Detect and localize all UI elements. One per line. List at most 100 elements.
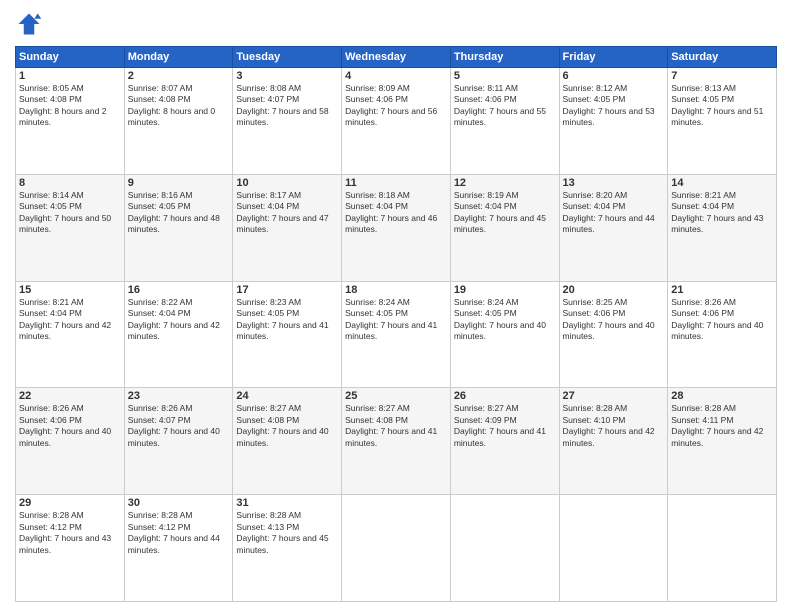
calendar-cell: 16 Sunrise: 8:22 AMSunset: 4:04 PMDaylig… — [124, 281, 233, 388]
calendar-cell: 27 Sunrise: 8:28 AMSunset: 4:10 PMDaylig… — [559, 388, 668, 495]
calendar-cell: 28 Sunrise: 8:28 AMSunset: 4:11 PMDaylig… — [668, 388, 777, 495]
day-info: Sunrise: 8:07 AMSunset: 4:08 PMDaylight:… — [128, 83, 215, 127]
day-info: Sunrise: 8:09 AMSunset: 4:06 PMDaylight:… — [345, 83, 437, 127]
day-info: Sunrise: 8:28 AMSunset: 4:10 PMDaylight:… — [563, 403, 655, 447]
calendar-cell: 13 Sunrise: 8:20 AMSunset: 4:04 PMDaylig… — [559, 174, 668, 281]
day-number: 5 — [454, 70, 556, 82]
day-number: 21 — [671, 284, 773, 296]
day-number: 10 — [236, 177, 338, 189]
day-info: Sunrise: 8:08 AMSunset: 4:07 PMDaylight:… — [236, 83, 328, 127]
calendar-cell: 7 Sunrise: 8:13 AMSunset: 4:05 PMDayligh… — [668, 68, 777, 175]
calendar-cell: 11 Sunrise: 8:18 AMSunset: 4:04 PMDaylig… — [342, 174, 451, 281]
day-number: 3 — [236, 70, 338, 82]
calendar-cell: 26 Sunrise: 8:27 AMSunset: 4:09 PMDaylig… — [450, 388, 559, 495]
calendar-cell: 19 Sunrise: 8:24 AMSunset: 4:05 PMDaylig… — [450, 281, 559, 388]
day-info: Sunrise: 8:24 AMSunset: 4:05 PMDaylight:… — [454, 297, 546, 341]
day-number: 30 — [128, 497, 230, 509]
day-number: 14 — [671, 177, 773, 189]
day-info: Sunrise: 8:20 AMSunset: 4:04 PMDaylight:… — [563, 190, 655, 234]
calendar-cell: 15 Sunrise: 8:21 AMSunset: 4:04 PMDaylig… — [16, 281, 125, 388]
day-number: 31 — [236, 497, 338, 509]
day-number: 19 — [454, 284, 556, 296]
day-info: Sunrise: 8:28 AMSunset: 4:12 PMDaylight:… — [128, 510, 220, 554]
day-info: Sunrise: 8:22 AMSunset: 4:04 PMDaylight:… — [128, 297, 220, 341]
day-info: Sunrise: 8:18 AMSunset: 4:04 PMDaylight:… — [345, 190, 437, 234]
day-number: 20 — [563, 284, 665, 296]
calendar: SundayMondayTuesdayWednesdayThursdayFrid… — [15, 46, 777, 602]
day-info: Sunrise: 8:26 AMSunset: 4:06 PMDaylight:… — [19, 403, 111, 447]
day-number: 25 — [345, 390, 447, 402]
day-info: Sunrise: 8:26 AMSunset: 4:06 PMDaylight:… — [671, 297, 763, 341]
calendar-cell: 24 Sunrise: 8:27 AMSunset: 4:08 PMDaylig… — [233, 388, 342, 495]
day-number: 28 — [671, 390, 773, 402]
calendar-cell: 25 Sunrise: 8:27 AMSunset: 4:08 PMDaylig… — [342, 388, 451, 495]
day-info: Sunrise: 8:21 AMSunset: 4:04 PMDaylight:… — [671, 190, 763, 234]
day-info: Sunrise: 8:28 AMSunset: 4:12 PMDaylight:… — [19, 510, 111, 554]
weekday-header: Monday — [124, 47, 233, 68]
weekday-header: Sunday — [16, 47, 125, 68]
day-info: Sunrise: 8:13 AMSunset: 4:05 PMDaylight:… — [671, 83, 763, 127]
calendar-cell: 31 Sunrise: 8:28 AMSunset: 4:13 PMDaylig… — [233, 495, 342, 602]
calendar-cell: 6 Sunrise: 8:12 AMSunset: 4:05 PMDayligh… — [559, 68, 668, 175]
empty-cell — [342, 495, 451, 602]
day-number: 11 — [345, 177, 447, 189]
day-number: 26 — [454, 390, 556, 402]
calendar-cell: 3 Sunrise: 8:08 AMSunset: 4:07 PMDayligh… — [233, 68, 342, 175]
day-number: 15 — [19, 284, 121, 296]
day-info: Sunrise: 8:05 AMSunset: 4:08 PMDaylight:… — [19, 83, 106, 127]
day-info: Sunrise: 8:12 AMSunset: 4:05 PMDaylight:… — [563, 83, 655, 127]
day-number: 12 — [454, 177, 556, 189]
header — [15, 10, 777, 38]
calendar-cell: 9 Sunrise: 8:16 AMSunset: 4:05 PMDayligh… — [124, 174, 233, 281]
day-info: Sunrise: 8:23 AMSunset: 4:05 PMDaylight:… — [236, 297, 328, 341]
empty-cell — [668, 495, 777, 602]
day-info: Sunrise: 8:11 AMSunset: 4:06 PMDaylight:… — [454, 83, 546, 127]
day-number: 7 — [671, 70, 773, 82]
day-number: 23 — [128, 390, 230, 402]
day-info: Sunrise: 8:17 AMSunset: 4:04 PMDaylight:… — [236, 190, 328, 234]
day-number: 6 — [563, 70, 665, 82]
calendar-cell: 4 Sunrise: 8:09 AMSunset: 4:06 PMDayligh… — [342, 68, 451, 175]
day-info: Sunrise: 8:24 AMSunset: 4:05 PMDaylight:… — [345, 297, 437, 341]
day-info: Sunrise: 8:21 AMSunset: 4:04 PMDaylight:… — [19, 297, 111, 341]
weekday-header: Tuesday — [233, 47, 342, 68]
day-number: 18 — [345, 284, 447, 296]
calendar-cell: 29 Sunrise: 8:28 AMSunset: 4:12 PMDaylig… — [16, 495, 125, 602]
calendar-cell: 14 Sunrise: 8:21 AMSunset: 4:04 PMDaylig… — [668, 174, 777, 281]
day-number: 17 — [236, 284, 338, 296]
logo — [15, 10, 47, 38]
calendar-cell: 17 Sunrise: 8:23 AMSunset: 4:05 PMDaylig… — [233, 281, 342, 388]
weekday-header: Saturday — [668, 47, 777, 68]
calendar-cell: 1 Sunrise: 8:05 AMSunset: 4:08 PMDayligh… — [16, 68, 125, 175]
day-number: 4 — [345, 70, 447, 82]
day-number: 24 — [236, 390, 338, 402]
empty-cell — [559, 495, 668, 602]
day-info: Sunrise: 8:16 AMSunset: 4:05 PMDaylight:… — [128, 190, 220, 234]
calendar-cell: 10 Sunrise: 8:17 AMSunset: 4:04 PMDaylig… — [233, 174, 342, 281]
day-info: Sunrise: 8:28 AMSunset: 4:11 PMDaylight:… — [671, 403, 763, 447]
calendar-cell: 12 Sunrise: 8:19 AMSunset: 4:04 PMDaylig… — [450, 174, 559, 281]
calendar-cell: 30 Sunrise: 8:28 AMSunset: 4:12 PMDaylig… — [124, 495, 233, 602]
day-info: Sunrise: 8:28 AMSunset: 4:13 PMDaylight:… — [236, 510, 328, 554]
empty-cell — [450, 495, 559, 602]
calendar-cell: 22 Sunrise: 8:26 AMSunset: 4:06 PMDaylig… — [16, 388, 125, 495]
logo-icon — [15, 10, 43, 38]
page: SundayMondayTuesdayWednesdayThursdayFrid… — [0, 0, 792, 612]
day-number: 27 — [563, 390, 665, 402]
day-number: 2 — [128, 70, 230, 82]
calendar-cell: 5 Sunrise: 8:11 AMSunset: 4:06 PMDayligh… — [450, 68, 559, 175]
weekday-header: Friday — [559, 47, 668, 68]
day-info: Sunrise: 8:27 AMSunset: 4:08 PMDaylight:… — [236, 403, 328, 447]
day-number: 8 — [19, 177, 121, 189]
day-info: Sunrise: 8:27 AMSunset: 4:09 PMDaylight:… — [454, 403, 546, 447]
day-number: 13 — [563, 177, 665, 189]
day-number: 9 — [128, 177, 230, 189]
day-info: Sunrise: 8:27 AMSunset: 4:08 PMDaylight:… — [345, 403, 437, 447]
calendar-cell: 23 Sunrise: 8:26 AMSunset: 4:07 PMDaylig… — [124, 388, 233, 495]
weekday-header: Wednesday — [342, 47, 451, 68]
day-info: Sunrise: 8:25 AMSunset: 4:06 PMDaylight:… — [563, 297, 655, 341]
day-number: 1 — [19, 70, 121, 82]
day-info: Sunrise: 8:26 AMSunset: 4:07 PMDaylight:… — [128, 403, 220, 447]
day-info: Sunrise: 8:19 AMSunset: 4:04 PMDaylight:… — [454, 190, 546, 234]
calendar-cell: 20 Sunrise: 8:25 AMSunset: 4:06 PMDaylig… — [559, 281, 668, 388]
